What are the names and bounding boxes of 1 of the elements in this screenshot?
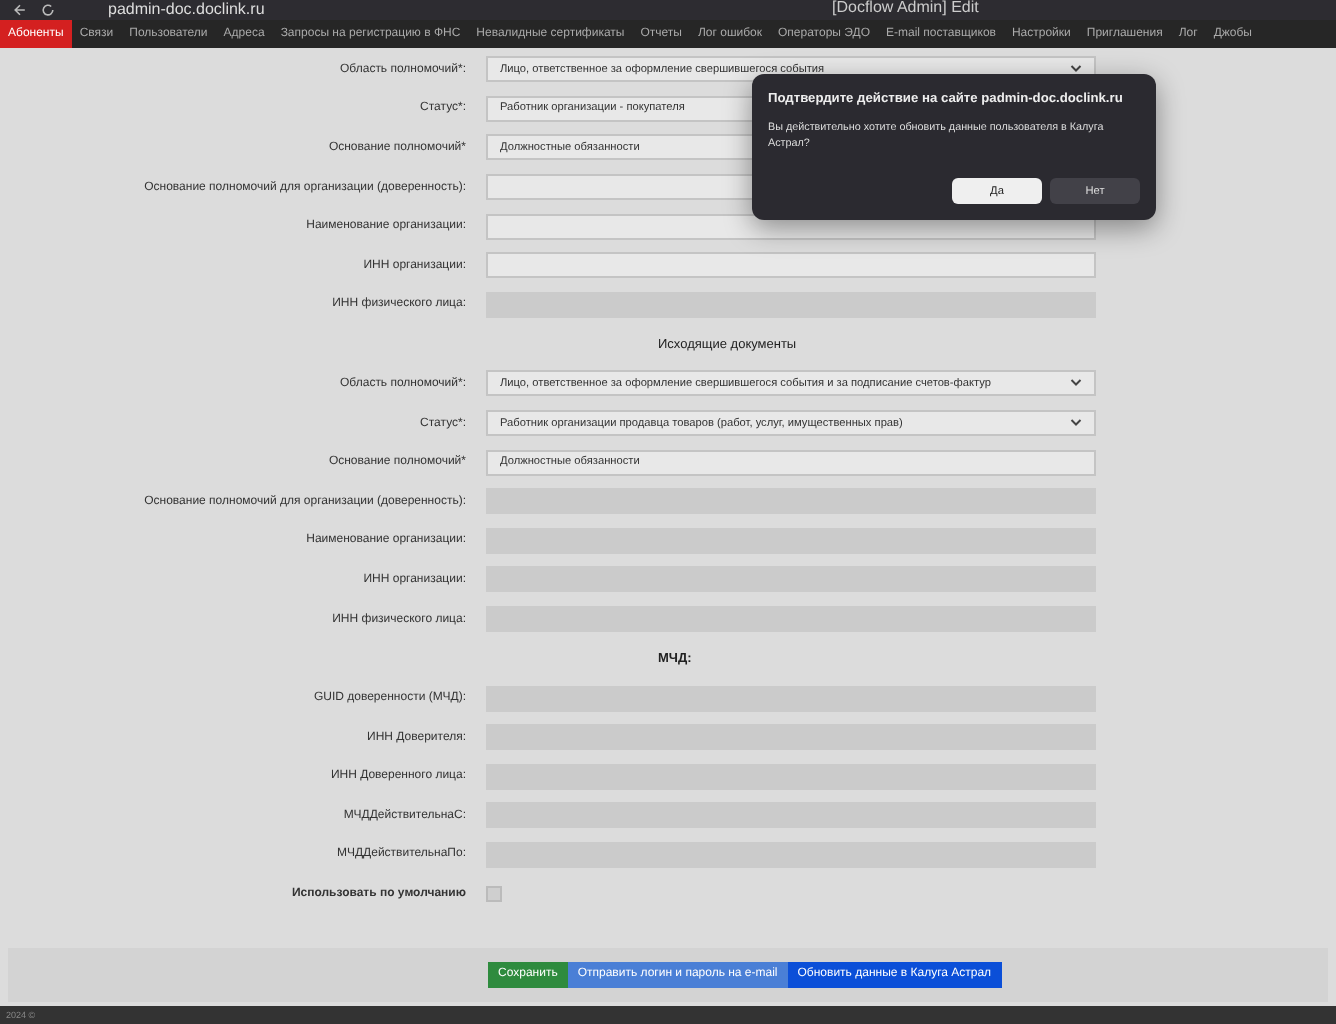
window-title: [Docflow Admin] Edit [832,0,979,16]
